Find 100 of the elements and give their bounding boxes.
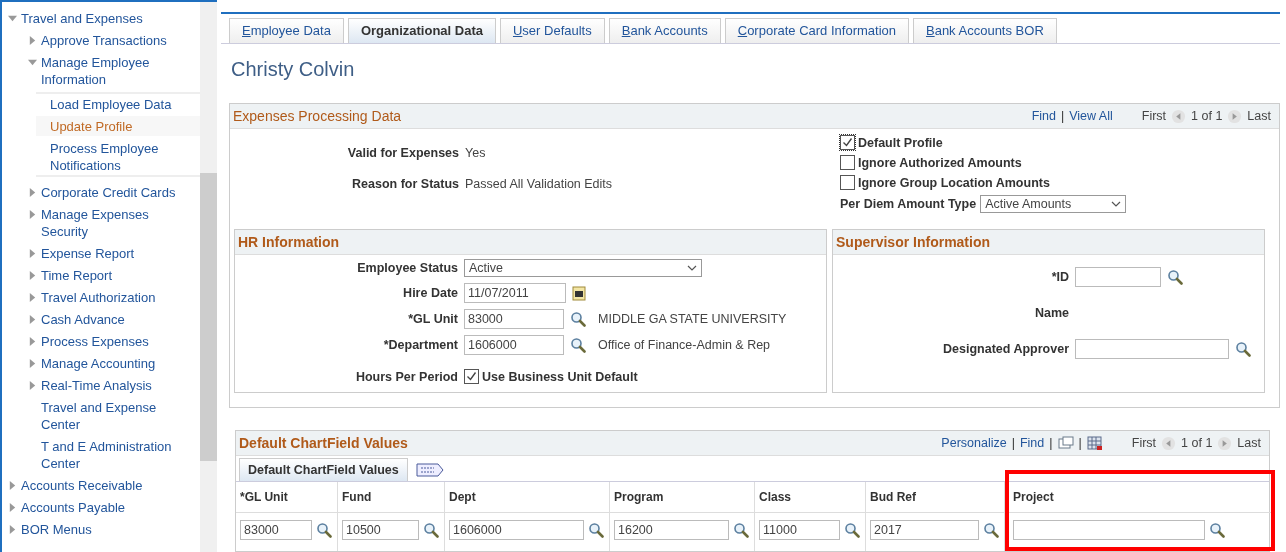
section-title: HR Information	[238, 234, 340, 250]
table-input[interactable]: 1606000	[449, 520, 584, 540]
caret-right-icon[interactable]	[28, 337, 37, 346]
selected-nav-item[interactable]: Update Profile	[36, 116, 200, 136]
spreadsheet-icon[interactable]	[1086, 435, 1103, 451]
nav-item[interactable]: Time Report	[8, 265, 200, 285]
nav-item[interactable]: Process Expenses	[8, 331, 200, 351]
next-icon[interactable]	[1227, 108, 1243, 124]
caret-right-icon[interactable]	[8, 481, 17, 490]
table-input[interactable]: 2017	[870, 520, 979, 540]
tab[interactable]: Employee Data	[229, 18, 344, 43]
field-value: Passed All Validation Edits	[465, 177, 613, 191]
tab[interactable]: User Defaults	[499, 18, 605, 43]
checkbox[interactable]	[840, 135, 855, 150]
grid-tab[interactable]: Default ChartField Values	[239, 458, 408, 481]
search-icon[interactable]	[1167, 269, 1183, 285]
nav-item[interactable]: Travel Authorization	[8, 287, 200, 307]
nav-item[interactable]: Accounts Receivable	[8, 475, 200, 495]
calendar-icon[interactable]	[572, 285, 586, 301]
column-header: *GL Unit	[236, 482, 337, 513]
table-input[interactable]: 10500	[342, 520, 419, 540]
lookup-field[interactable]: 83000	[464, 309, 564, 329]
caret-right-icon[interactable]	[28, 36, 37, 45]
header-link[interactable]: View All	[1069, 109, 1113, 123]
nav-item[interactable]: Cash Advance	[8, 309, 200, 329]
table-input[interactable]: 16200	[614, 520, 729, 540]
checkbox[interactable]	[840, 175, 855, 190]
search-icon[interactable]	[1209, 522, 1225, 538]
nav-item[interactable]: Manage Expenses Security	[8, 204, 200, 241]
nav-item[interactable]: Approve Transactions	[8, 30, 200, 50]
column-header: Class	[755, 482, 865, 513]
section-title: Expenses Processing Data	[233, 108, 402, 124]
search-icon[interactable]	[588, 522, 604, 538]
caret-right-icon[interactable]	[28, 249, 37, 258]
search-icon[interactable]	[844, 522, 860, 538]
caret-right-icon[interactable]	[28, 210, 37, 219]
search-icon[interactable]	[423, 522, 439, 538]
nav-item[interactable]: T and E Administration Center	[8, 436, 200, 473]
show-all-columns-icon[interactable]	[415, 462, 444, 477]
nav-item[interactable]: Manage Employee Information	[8, 52, 200, 89]
search-icon[interactable]	[570, 337, 586, 353]
search-icon[interactable]	[570, 311, 586, 327]
caret-right-icon[interactable]	[28, 359, 37, 368]
last-label: Last	[1247, 109, 1271, 123]
search-icon[interactable]	[983, 522, 999, 538]
nav-item[interactable]: Travel and Expense Center	[8, 397, 200, 434]
caret-right-icon[interactable]	[28, 188, 37, 197]
search-icon[interactable]	[733, 522, 749, 538]
header-link[interactable]: Personalize	[941, 436, 1007, 450]
nav-item[interactable]: BOR Menus	[8, 519, 200, 539]
nav-item[interactable]: Travel and Expenses	[8, 8, 200, 28]
per-diem-select[interactable]: Active Amounts	[980, 195, 1127, 213]
checkbox-label: Ignore Authorized Amounts	[858, 155, 1022, 170]
lookup-field[interactable]: 1606000	[464, 335, 564, 355]
tab[interactable]: Bank Accounts	[608, 18, 721, 43]
first-label: First	[1141, 109, 1167, 123]
nav-item[interactable]: Expense Report	[8, 243, 200, 263]
lookup-field[interactable]	[1075, 339, 1229, 359]
table-input[interactable]: 11000	[759, 520, 840, 540]
status-select[interactable]: Active	[464, 259, 702, 277]
link-separator: |	[1049, 436, 1053, 450]
caret-right-icon[interactable]	[8, 525, 17, 534]
checkbox-label: Default Profile	[858, 135, 943, 150]
checkbox[interactable]	[840, 155, 855, 170]
caret-right-icon[interactable]	[28, 315, 37, 324]
nav-item[interactable]: Load Employee Data	[36, 94, 200, 114]
tab[interactable]: Bank Accounts BOR	[913, 18, 1057, 43]
table-input[interactable]: 83000	[240, 520, 312, 540]
row-count: 1 of 1	[1191, 109, 1223, 123]
previous-icon[interactable]	[1161, 435, 1177, 451]
next-icon[interactable]	[1217, 435, 1233, 451]
link-separator: |	[1011, 436, 1015, 450]
lookup-field[interactable]	[1075, 267, 1161, 287]
tab[interactable]: Organizational Data	[347, 18, 496, 43]
search-icon[interactable]	[316, 522, 332, 538]
table-input[interactable]	[1013, 520, 1205, 540]
caret-right-icon[interactable]	[28, 271, 37, 280]
previous-icon[interactable]	[1171, 108, 1187, 124]
checkbox[interactable]	[464, 369, 479, 384]
tab[interactable]: Corporate Card Information	[724, 18, 909, 43]
caret-down-icon[interactable]	[28, 58, 37, 67]
column-header: Bud Ref	[866, 482, 1004, 513]
header-link[interactable]: Find	[1019, 436, 1045, 450]
column-header: Program	[610, 482, 754, 513]
nav-item[interactable]: Corporate Credit Cards	[8, 182, 200, 202]
date-field[interactable]: 11/07/2011	[464, 283, 566, 303]
search-icon[interactable]	[1235, 341, 1251, 357]
caret-down-icon[interactable]	[8, 14, 17, 23]
nav-item[interactable]: Accounts Payable	[8, 497, 200, 517]
caret-right-icon[interactable]	[28, 293, 37, 302]
caret-right-icon[interactable]	[8, 503, 17, 512]
header-link[interactable]: Find	[1031, 109, 1056, 123]
caret-right-icon[interactable]	[28, 381, 37, 390]
nav-item[interactable]: Real-Time Analysis	[8, 375, 200, 395]
scrollbar[interactable]	[200, 2, 217, 552]
field-label: *Department	[382, 338, 458, 352]
nav-item[interactable]: Process Employee Notifications	[36, 138, 200, 175]
nav-item[interactable]: Manage Accounting	[8, 353, 200, 373]
new-window-icon[interactable]	[1057, 436, 1074, 450]
link-separator: |	[1078, 436, 1082, 450]
